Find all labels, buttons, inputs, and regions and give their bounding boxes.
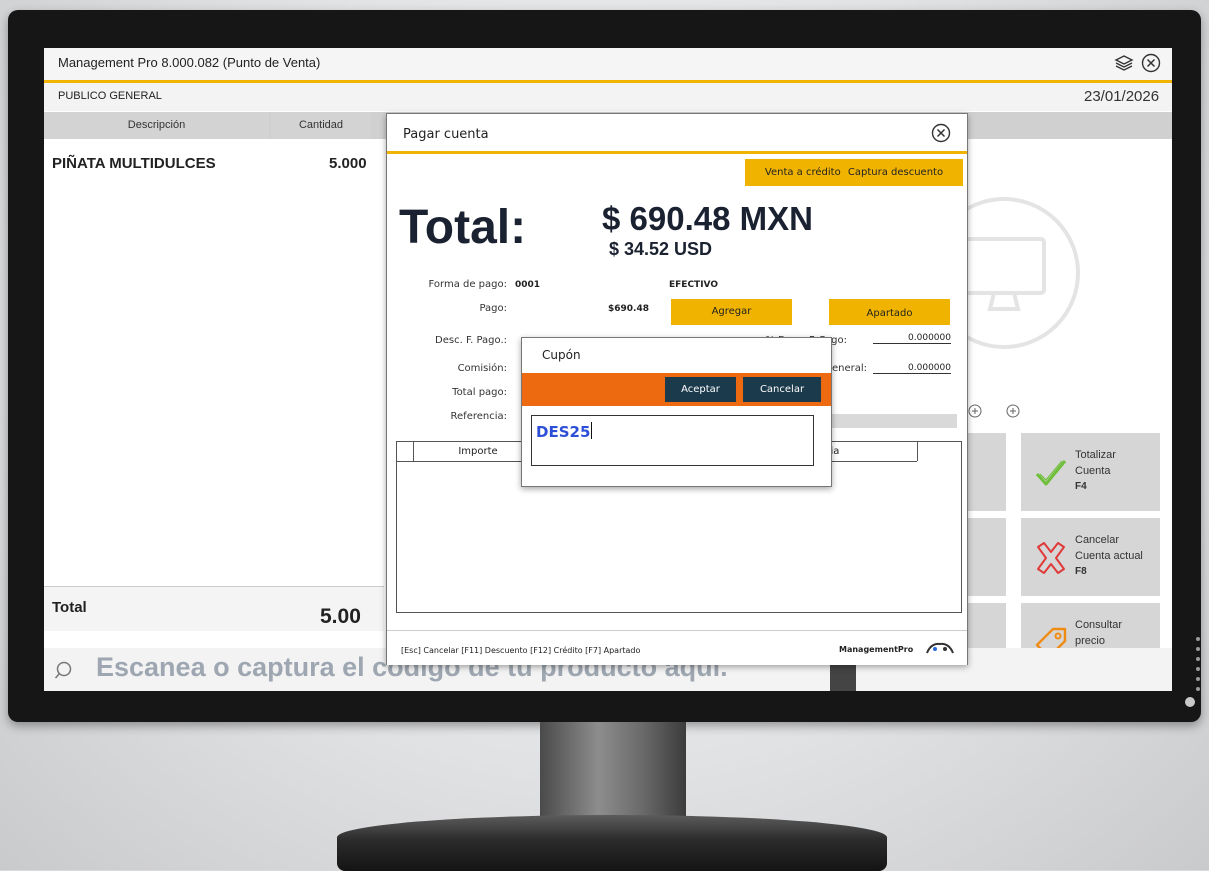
tile-label: Cancelar Cuenta actual F8 [1075, 534, 1143, 577]
layers-icon[interactable] [1114, 53, 1134, 73]
total-row: Total 5.00 [44, 586, 384, 631]
sale-date: 23/01/2026 [1084, 88, 1160, 105]
monitor-neck [540, 722, 686, 822]
general-value[interactable]: 0.000000 [873, 363, 951, 374]
app-title: Management Pro 8.000.082 (Punto de Venta… [58, 55, 321, 70]
monitor-led [1196, 667, 1200, 671]
add-circle-icon[interactable] [968, 404, 982, 418]
monitor-led [1196, 687, 1200, 691]
dialog-title: Pagar cuenta [403, 127, 489, 142]
payment-method-label: Forma de pago: [428, 279, 508, 290]
discount-label: Desc. F. Pago.: [435, 335, 507, 346]
brand-logo-icon [926, 642, 954, 654]
coupon-dialog: Cupón Aceptar Cancelar DES25 [521, 337, 832, 487]
layaway-button[interactable]: Apartado [829, 299, 950, 325]
credit-discount-button-group[interactable]: Venta a crédito Captura descuento [745, 159, 963, 186]
cancel-button[interactable]: Cancelar [743, 377, 821, 402]
total-payment-label: Total pago: [452, 387, 507, 398]
commission-label: Comisión: [457, 363, 507, 374]
keyboard-shortcuts: [Esc] Cancelar [F11] Descuento [F12] Cré… [401, 646, 641, 655]
close-icon[interactable] [931, 123, 951, 143]
total-quantity: 5.00 [320, 605, 361, 628]
add-circle-icon[interactable] [1006, 404, 1020, 418]
power-button [1185, 697, 1195, 707]
monitor-base [337, 815, 887, 871]
payment-amount-input[interactable]: $690.48 [511, 301, 653, 317]
search-icon [54, 661, 72, 679]
close-icon[interactable] [1141, 53, 1161, 73]
accept-button[interactable]: Aceptar [665, 377, 736, 402]
customer-name: PUBLICO GENERAL [58, 90, 162, 102]
capture-discount-button[interactable]: Captura descuento [848, 167, 943, 178]
tile-label: Totalizar Cuenta F4 [1075, 449, 1116, 492]
totalize-account-button[interactable]: Totalizar Cuenta F4 [1021, 433, 1160, 511]
column-description[interactable]: Descripción [44, 112, 269, 139]
shortcut-bar: [Esc] Cancelar [F11] Descuento [F12] Cré… [387, 630, 967, 665]
total-mxn: $ 690.48 MXN [602, 200, 813, 237]
coupon-code-text: DES25 [536, 423, 591, 441]
cross-icon [1037, 542, 1065, 574]
payment-label: Pago: [479, 303, 507, 314]
total-label: Total: [399, 201, 527, 254]
title-bar: Management Pro 8.000.082 (Punto de Venta… [44, 48, 1172, 83]
total-label: Total [52, 599, 87, 616]
customer-bar: PUBLICO GENERAL 23/01/2026 [44, 83, 1172, 111]
coupon-dialog-title: Cupón [542, 348, 581, 362]
check-icon [1035, 460, 1067, 486]
coupon-code-input[interactable]: DES25 [531, 415, 814, 466]
payment-method-name: EFECTIVO [669, 280, 718, 290]
monitor-led [1196, 657, 1200, 661]
column-quantity[interactable]: Cantidad [271, 112, 371, 139]
credit-sale-button[interactable]: Venta a crédito [765, 167, 841, 178]
add-button[interactable]: Agregar [671, 299, 792, 325]
monitor-led [1196, 637, 1200, 641]
text-cursor [591, 422, 593, 439]
cancel-account-button[interactable]: Cancelar Cuenta actual F8 [1021, 518, 1160, 596]
total-usd: $ 34.52 USD [609, 239, 713, 259]
coupon-action-bar: Aceptar Cancelar [522, 373, 831, 406]
brand-name: ManagementPro [839, 645, 914, 654]
dialog-title-bar: Pagar cuenta [387, 114, 967, 154]
monitor-led [1196, 647, 1200, 651]
scan-button[interactable] [830, 662, 856, 691]
column-reference[interactable]: cia [825, 442, 918, 461]
discount-percent-value[interactable]: 0.000000 [873, 333, 951, 344]
item-description[interactable]: PIÑATA MULTIDULCES [52, 155, 216, 172]
reference-label: Referencia: [450, 411, 507, 422]
reference-input[interactable] [831, 414, 957, 428]
item-quantity[interactable]: 5.000 [329, 155, 367, 172]
monitor-led [1196, 677, 1200, 681]
row-selector-header [397, 442, 414, 461]
payment-method-code[interactable]: 0001 [511, 277, 661, 293]
